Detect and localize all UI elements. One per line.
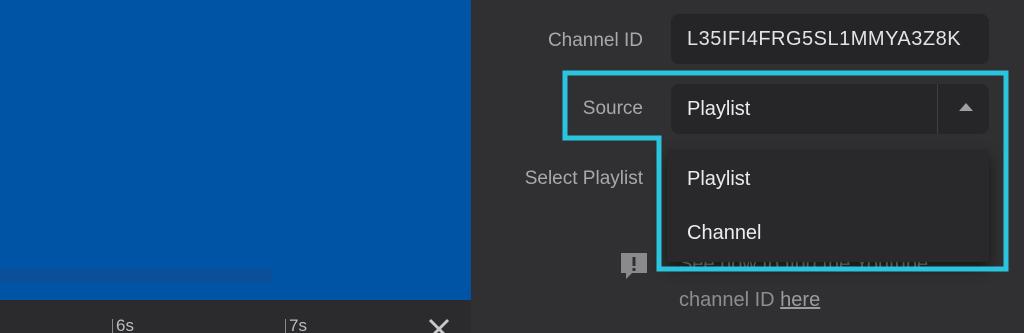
channel-id-input[interactable]: L35IFI4FRG5SL1MMYA3Z8K [671, 14, 989, 64]
dropdown-option-channel[interactable]: Channel [687, 222, 762, 245]
source-label: Source [582, 98, 643, 119]
app-root: 6s 7s Channel ID L35IFI4FRG5SL1MMYA3Z8K … [0, 0, 1024, 333]
caret-up-icon[interactable] [959, 103, 973, 111]
select-playlist-label: Select Playlist [524, 168, 643, 189]
hint-line-2: channel ID here [679, 282, 928, 318]
video-preview [0, 0, 471, 300]
channel-id-label: Channel ID [547, 30, 643, 51]
timeline[interactable]: 6s 7s [0, 300, 471, 333]
timeline-tick: 7s [285, 316, 307, 333]
dropdown-option-playlist[interactable]: Playlist [687, 168, 750, 191]
hint-line-2-prefix: channel ID [679, 289, 781, 311]
settings-panel: Channel ID L35IFI4FRG5SL1MMYA3Z8K Source… [471, 0, 1024, 333]
select-divider [937, 84, 938, 134]
source-dropdown-menu: Playlist Channel [667, 150, 989, 262]
source-select[interactable]: Playlist [671, 84, 989, 134]
close-icon[interactable] [424, 312, 454, 333]
info-comment-icon [621, 253, 647, 279]
source-selected-value: Playlist [687, 98, 751, 120]
timeline-tick: 6s [112, 316, 134, 333]
preview-progress-bar [0, 269, 272, 283]
here-link[interactable]: here [780, 289, 820, 311]
